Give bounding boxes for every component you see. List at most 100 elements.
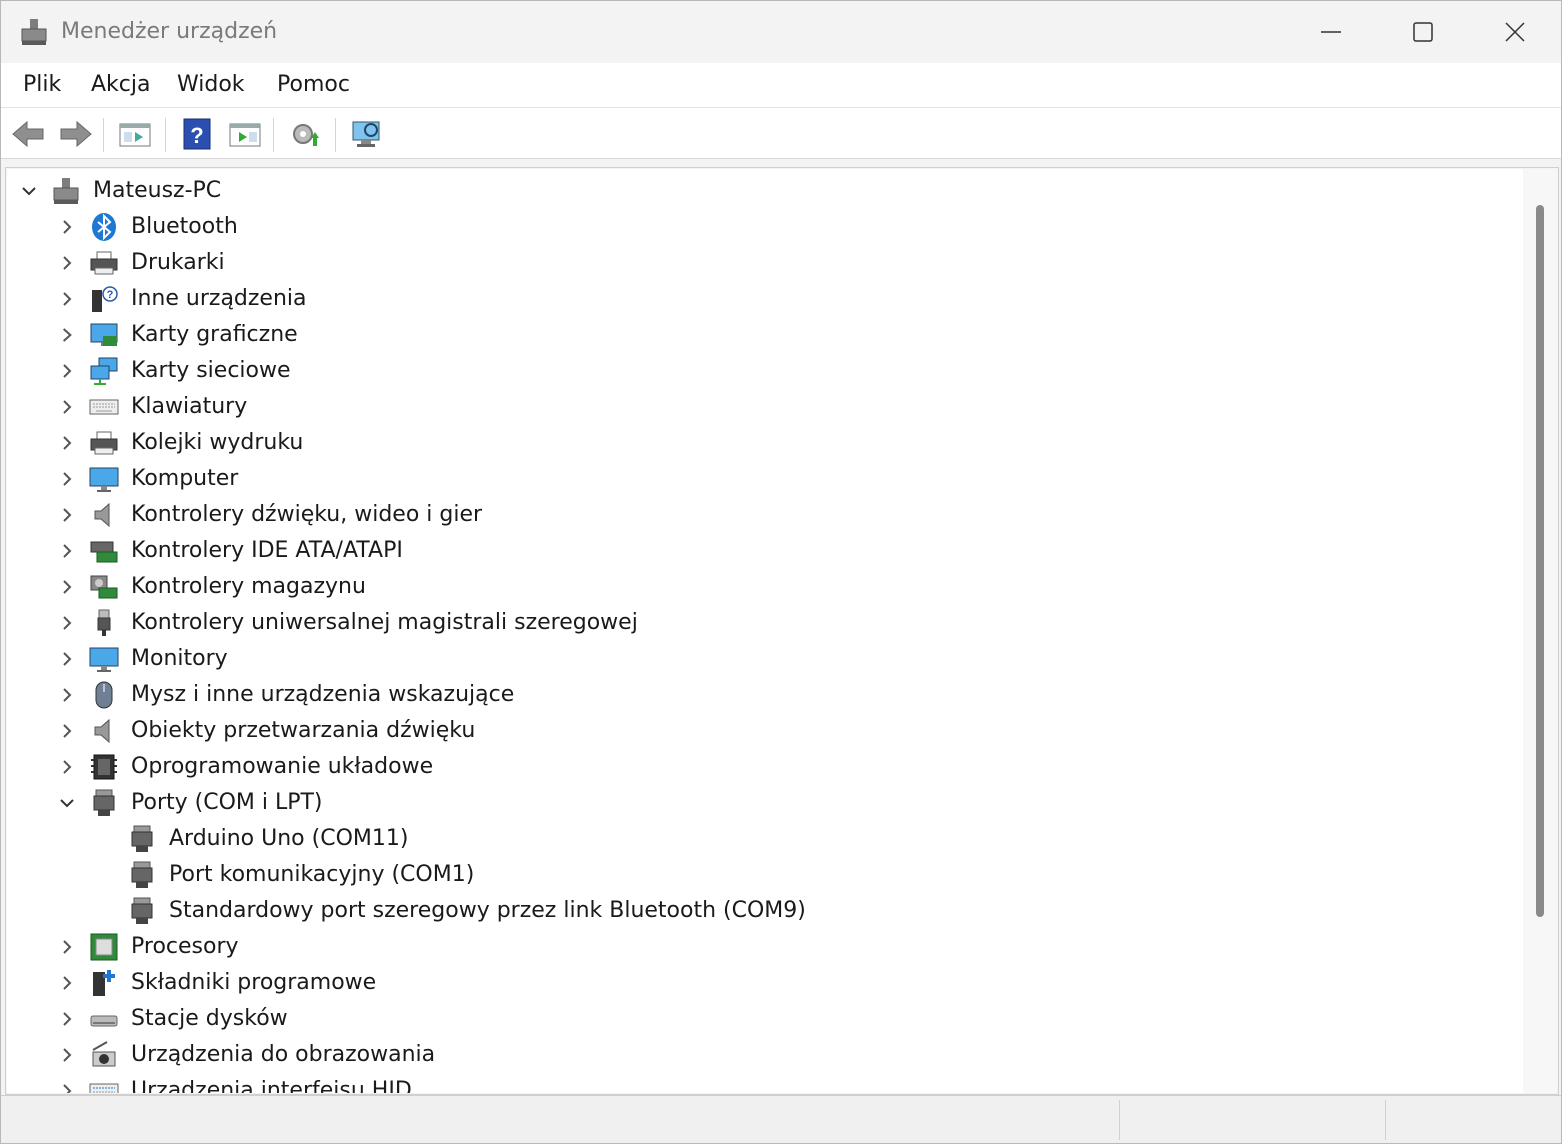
chevron-right-icon[interactable] bbox=[57, 325, 77, 345]
category-drukarki[interactable]: Drukarki bbox=[7, 245, 1207, 281]
chevron-right-icon[interactable] bbox=[57, 253, 77, 273]
category-karty-graficzne[interactable]: Karty graficzne bbox=[7, 317, 1207, 353]
category-klawiatury[interactable]: Klawiatury bbox=[7, 389, 1207, 425]
category-label: Komputer bbox=[131, 466, 239, 491]
back-arrow-icon[interactable] bbox=[11, 116, 47, 152]
category-oprogramowanie-ukladowe[interactable]: Oprogramowanie układowe bbox=[7, 749, 1207, 785]
chevron-right-icon[interactable] bbox=[57, 361, 77, 381]
category-label: Urządzenia interfejsu HID bbox=[131, 1078, 412, 1093]
category-karty-sieciowe[interactable]: Karty sieciowe bbox=[7, 353, 1207, 389]
device-tree[interactable]: Mateusz-PC Bluetooth Drukarki ? Inne urz… bbox=[7, 169, 1523, 1093]
menu-pomoc[interactable]: Pomoc bbox=[273, 72, 354, 97]
category-label: Porty (COM i LPT) bbox=[131, 790, 323, 815]
monitor-icon bbox=[89, 647, 119, 672]
minimize-button[interactable] bbox=[1285, 1, 1377, 63]
category-procesory[interactable]: Procesory bbox=[7, 929, 1207, 965]
category-urzadzenia-obrazowania[interactable]: Urządzenia do obrazowania bbox=[7, 1037, 1207, 1073]
maximize-button[interactable] bbox=[1377, 1, 1469, 63]
close-button[interactable] bbox=[1469, 1, 1561, 63]
toolbar-separator bbox=[165, 118, 166, 152]
help-icon[interactable]: ? bbox=[179, 116, 215, 152]
device-label: Port komunikacyjny (COM1) bbox=[169, 862, 475, 887]
close-icon bbox=[1505, 22, 1525, 42]
chevron-right-icon[interactable] bbox=[57, 397, 77, 417]
chevron-right-icon[interactable] bbox=[57, 469, 77, 489]
bluetooth-icon bbox=[92, 213, 116, 241]
category-monitory[interactable]: Monitory bbox=[7, 641, 1207, 677]
category-urzadzenia-hid[interactable]: Urządzenia interfejsu HID bbox=[7, 1073, 1207, 1093]
hid-icon bbox=[89, 1083, 119, 1093]
svg-text:?: ? bbox=[107, 289, 114, 301]
menu-bar: Plik Akcja Widok Pomoc bbox=[1, 63, 1561, 108]
menu-plik[interactable]: Plik bbox=[19, 72, 65, 97]
keyboard-icon bbox=[89, 399, 119, 415]
forward-arrow-icon[interactable] bbox=[57, 116, 93, 152]
device-manager-icon bbox=[21, 19, 47, 45]
chevron-right-icon[interactable] bbox=[57, 685, 77, 705]
toolbar-separator bbox=[273, 118, 274, 152]
chevron-right-icon[interactable] bbox=[57, 937, 77, 957]
scan-hardware-icon[interactable] bbox=[287, 116, 323, 152]
scrollbar-thumb[interactable] bbox=[1536, 205, 1544, 917]
category-mysz[interactable]: Mysz i inne urządzenia wskazujące bbox=[7, 677, 1207, 713]
display-adapter-icon bbox=[90, 323, 118, 346]
chevron-right-icon[interactable] bbox=[57, 289, 77, 309]
ide-controller-icon bbox=[90, 541, 118, 563]
monitor-scan-icon[interactable] bbox=[349, 116, 385, 152]
port-com1[interactable]: Port komunikacyjny (COM1) bbox=[7, 857, 1207, 893]
category-porty[interactable]: Porty (COM i LPT) bbox=[7, 785, 1207, 821]
window-title: Menedżer urządzeń bbox=[61, 19, 278, 44]
category-label: Kontrolery magazynu bbox=[131, 574, 366, 599]
category-bluetooth[interactable]: Bluetooth bbox=[7, 209, 1207, 245]
category-kontrolery-dzwieku[interactable]: Kontrolery dźwięku, wideo i gier bbox=[7, 497, 1207, 533]
status-divider bbox=[1385, 1100, 1386, 1140]
chevron-right-icon[interactable] bbox=[57, 649, 77, 669]
toolbar: ? bbox=[1, 108, 1561, 159]
port-icon bbox=[131, 825, 153, 852]
category-label: Klawiatury bbox=[131, 394, 248, 419]
category-kolejki-wydruku[interactable]: Kolejki wydruku bbox=[7, 425, 1207, 461]
category-kontrolery-magazynu[interactable]: Kontrolery magazynu bbox=[7, 569, 1207, 605]
menu-widok[interactable]: Widok bbox=[173, 72, 249, 97]
device-label: Standardowy port szeregowy przez link Bl… bbox=[169, 898, 806, 923]
chevron-down-icon[interactable] bbox=[57, 793, 77, 813]
category-label: Monitory bbox=[131, 646, 228, 671]
category-label: Stacje dysków bbox=[131, 1006, 288, 1031]
category-obiekty-dzwieku[interactable]: Obiekty przetwarzania dźwięku bbox=[7, 713, 1207, 749]
category-kontrolery-usb[interactable]: Kontrolery uniwersalnej magistrali szere… bbox=[7, 605, 1207, 641]
chevron-right-icon[interactable] bbox=[57, 757, 77, 777]
category-skladniki-programowe[interactable]: Składniki programowe bbox=[7, 965, 1207, 1001]
chevron-right-icon[interactable] bbox=[57, 217, 77, 237]
port-bluetooth-com9[interactable]: Standardowy port szeregowy przez link Bl… bbox=[7, 893, 1207, 929]
chevron-right-icon[interactable] bbox=[57, 613, 77, 633]
chevron-right-icon[interactable] bbox=[57, 1081, 77, 1093]
category-label: Karty sieciowe bbox=[131, 358, 291, 383]
chevron-right-icon[interactable] bbox=[57, 1045, 77, 1065]
chevron-down-icon[interactable] bbox=[19, 181, 39, 201]
update-driver-icon[interactable] bbox=[227, 116, 263, 152]
title-bar[interactable]: Menedżer urządzeń bbox=[1, 1, 1561, 63]
category-kontrolery-ide[interactable]: Kontrolery IDE ATA/ATAPI bbox=[7, 533, 1207, 569]
chevron-right-icon[interactable] bbox=[57, 721, 77, 741]
port-arduino-uno[interactable]: Arduino Uno (COM11) bbox=[7, 821, 1207, 857]
category-label: Karty graficzne bbox=[131, 322, 298, 347]
computer-icon bbox=[89, 467, 119, 492]
chevron-right-icon[interactable] bbox=[57, 433, 77, 453]
properties-icon[interactable] bbox=[117, 116, 153, 152]
menu-akcja[interactable]: Akcja bbox=[87, 72, 154, 97]
chevron-right-icon[interactable] bbox=[57, 1009, 77, 1029]
category-inne-urzadzenia[interactable]: ? Inne urządzenia bbox=[7, 281, 1207, 317]
category-label: Składniki programowe bbox=[131, 970, 377, 995]
chevron-right-icon[interactable] bbox=[57, 973, 77, 993]
chevron-right-icon[interactable] bbox=[57, 541, 77, 561]
tree-root-mateusz-pc[interactable]: Mateusz-PC bbox=[7, 173, 1207, 209]
category-label: Urządzenia do obrazowania bbox=[131, 1042, 436, 1067]
category-label: Kontrolery dźwięku, wideo i gier bbox=[131, 502, 483, 527]
category-komputer[interactable]: Komputer bbox=[7, 461, 1207, 497]
chevron-right-icon[interactable] bbox=[57, 505, 77, 525]
device-label: Arduino Uno (COM11) bbox=[169, 826, 409, 851]
category-label: Bluetooth bbox=[131, 214, 238, 239]
category-label: Oprogramowanie układowe bbox=[131, 754, 434, 779]
chevron-right-icon[interactable] bbox=[57, 577, 77, 597]
category-stacje-dyskow[interactable]: Stacje dysków bbox=[7, 1001, 1207, 1037]
